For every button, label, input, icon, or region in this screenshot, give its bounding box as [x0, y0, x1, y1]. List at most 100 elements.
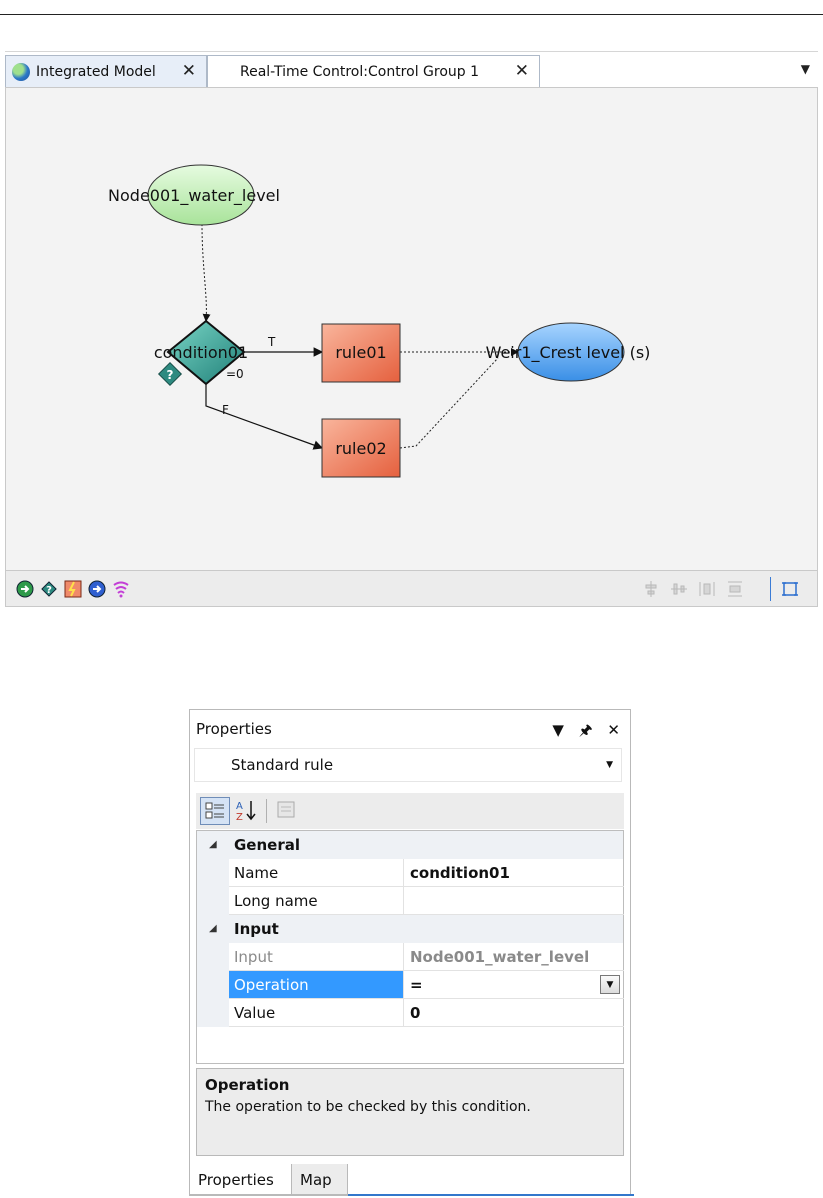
tab-properties[interactable]: Properties: [189, 1164, 292, 1195]
property-name-text: Value: [234, 1004, 276, 1022]
property-value-text: 0: [410, 1004, 421, 1022]
chevron-down-icon[interactable]: ▼: [600, 975, 620, 994]
row-gutter: [197, 887, 229, 915]
property-row-long-name[interactable]: Long name: [197, 887, 624, 915]
help-pane: Operation The operation to be checked by…: [196, 1068, 624, 1156]
align-middle-icon[interactable]: [670, 580, 688, 598]
row-gutter: [197, 859, 229, 887]
property-name[interactable]: Long name: [229, 887, 403, 915]
property-name-text: Operation: [234, 976, 309, 994]
close-icon[interactable]: ✕: [182, 61, 196, 81]
same-width-icon[interactable]: [698, 580, 716, 598]
categorized-icon: [205, 802, 224, 819]
condition-subtext: =0: [226, 367, 244, 381]
property-value: Node001_water_level: [403, 943, 624, 971]
zoom-to-fit-icon[interactable]: [781, 580, 799, 598]
align-center-icon[interactable]: [642, 580, 660, 598]
panel-title: Properties: [196, 720, 272, 738]
add-condition-icon[interactable]: ?: [40, 580, 58, 598]
toolbar-separator: [770, 577, 771, 601]
add-signal-icon[interactable]: [112, 580, 130, 598]
svg-text:Z: Z: [236, 812, 243, 823]
property-name-text: Name: [234, 864, 279, 882]
property-name-text: Long name: [234, 892, 318, 910]
property-grid: ◢ General Name condition01 Long name ◢ I…: [196, 830, 624, 1064]
true-label: T: [267, 335, 276, 349]
property-row-value[interactable]: Value 0: [197, 999, 624, 1027]
edge-input-to-condition: [201, 223, 211, 322]
tab-real-time-control[interactable]: Real-Time Control:Control Group 1 ✕: [207, 55, 540, 87]
close-icon[interactable]: ✕: [607, 721, 620, 739]
row-gutter: [197, 999, 229, 1027]
property-value[interactable]: [403, 887, 624, 915]
output-node-label: Weir1_Crest level (s): [486, 343, 651, 363]
help-description: The operation to be checked by this cond…: [205, 1099, 531, 1115]
category-input[interactable]: ◢ Input: [197, 915, 623, 943]
svg-text:?: ?: [46, 585, 52, 596]
diagram-canvas[interactable]: Node001_water_level condition01 =0 ? T F…: [5, 87, 818, 571]
tab-integrated-model[interactable]: Integrated Model ✕: [5, 55, 207, 87]
svg-text:A: A: [236, 801, 243, 812]
panel-bottom-tabs: Properties Map: [189, 1164, 634, 1196]
document-tabbar: Integrated Model ✕ Real-Time Control:Con…: [5, 51, 818, 88]
category-general[interactable]: ◢ General: [197, 831, 623, 859]
operation-select[interactable]: = ▼: [403, 971, 624, 999]
property-value[interactable]: 0: [403, 999, 624, 1027]
properties-panel: Properties ▼ 🖈 ✕ Standard rule ▼ AZ ◢ Ge…: [189, 709, 631, 1196]
property-row-operation[interactable]: Operation = ▼: [197, 971, 624, 999]
rtc-editor: Integrated Model ✕ Real-Time Control:Con…: [5, 51, 818, 607]
properties-toolbar: AZ: [196, 793, 624, 829]
property-name[interactable]: Input: [229, 943, 403, 971]
panel-controls: ▼ 🖈 ✕: [542, 720, 620, 745]
property-row-input[interactable]: Input Node001_water_level: [197, 943, 624, 971]
property-value[interactable]: condition01: [403, 859, 624, 887]
tab-overflow-icon[interactable]: ▼: [801, 62, 810, 76]
categorized-button[interactable]: [200, 797, 230, 825]
property-pages-button[interactable]: [272, 797, 302, 825]
top-rule: [0, 14, 823, 15]
property-value-text: condition01: [410, 864, 510, 882]
object-selector[interactable]: Standard rule ▼: [194, 748, 622, 782]
tab-label: Integrated Model: [36, 63, 156, 80]
same-height-icon[interactable]: [726, 580, 744, 598]
property-name[interactable]: Name: [229, 859, 403, 887]
tab-map[interactable]: Map: [292, 1164, 348, 1195]
collapse-icon[interactable]: ◢: [209, 839, 217, 850]
collapse-icon[interactable]: ◢: [209, 923, 217, 934]
rule02-label: rule02: [335, 439, 386, 458]
pin-icon[interactable]: 🖈: [579, 721, 593, 739]
property-name[interactable]: Operation: [229, 971, 403, 999]
chevron-down-icon: ▼: [606, 760, 613, 770]
diagram-svg: Node001_water_level condition01 =0 ? T F…: [108, 164, 651, 478]
input-node-label: Node001_water_level: [108, 186, 280, 206]
svg-text:?: ?: [167, 368, 174, 382]
add-input-icon[interactable]: [16, 580, 34, 598]
row-gutter: [197, 971, 229, 999]
toolbar-separator: [266, 799, 267, 823]
dropdown-icon[interactable]: ▼: [552, 721, 564, 739]
property-value-text: Node001_water_level: [410, 948, 590, 966]
question-icon: ?: [157, 361, 183, 387]
alphabetical-button[interactable]: AZ: [232, 797, 262, 825]
property-name[interactable]: Value: [229, 999, 403, 1027]
selector-value: Standard rule: [231, 756, 334, 774]
tab-label: Real-Time Control:Control Group 1: [240, 63, 480, 80]
property-pages-icon: [277, 801, 295, 818]
add-output-icon[interactable]: [88, 580, 106, 598]
false-label: F: [222, 403, 229, 417]
globe-icon: [12, 62, 30, 81]
property-value-text: =: [410, 976, 423, 994]
tab-underline: [348, 1194, 634, 1196]
category-label: Input: [234, 920, 279, 938]
category-label: General: [234, 836, 300, 854]
add-rule-icon[interactable]: [64, 580, 82, 598]
help-title: Operation: [205, 1076, 290, 1094]
rule01-label: rule01: [335, 343, 386, 362]
property-name-text: Input: [234, 948, 273, 966]
property-row-name[interactable]: Name condition01: [197, 859, 624, 887]
condition-node-label: condition01: [154, 343, 248, 362]
sort-az-icon: AZ: [236, 801, 256, 823]
close-icon[interactable]: ✕: [515, 61, 529, 81]
diagram-toolbar: ?: [5, 571, 818, 607]
row-gutter: [197, 943, 229, 971]
